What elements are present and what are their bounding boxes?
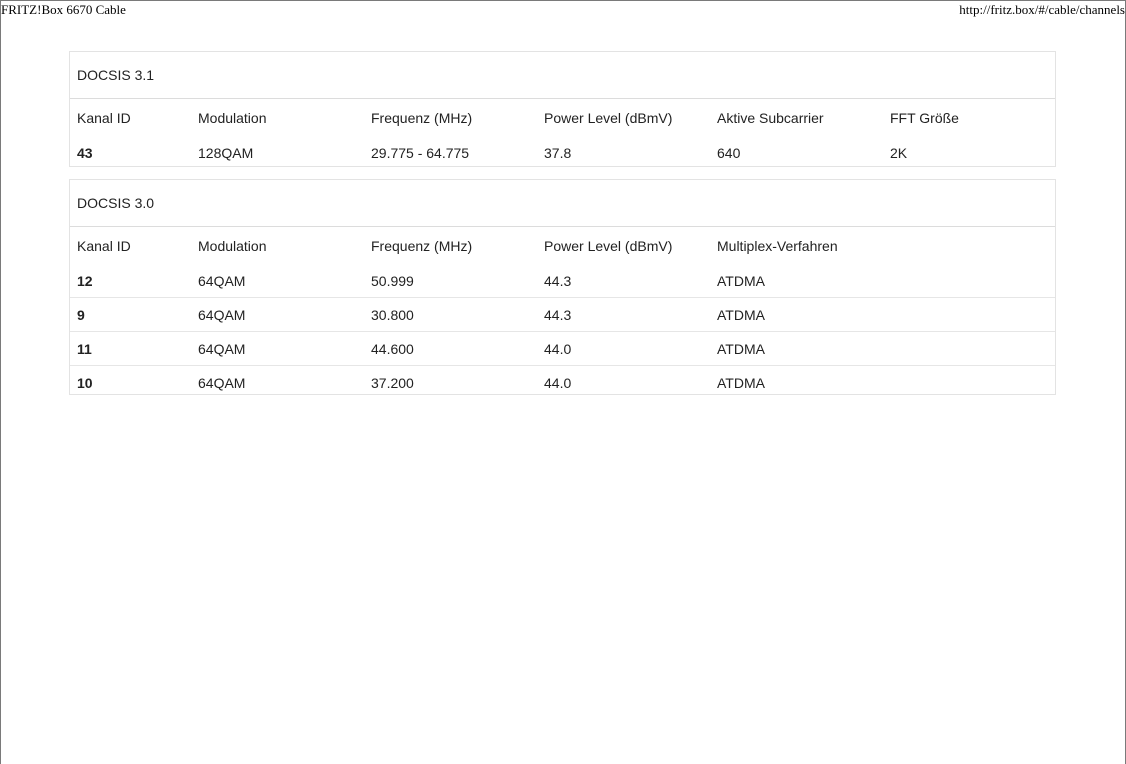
page-url: http://fritz.box/#/cable/channels <box>959 2 1125 17</box>
cell-empty <box>883 297 1055 332</box>
docsis31-panel: DOCSIS 3.1 Kanal ID Modulation Frequenz … <box>69 51 1056 167</box>
cell-kanal-id: 12 <box>77 272 93 289</box>
table-row: 12 64QAM 50.999 44.3 ATDMA <box>70 264 1055 298</box>
cell-kanal-id: 43 <box>77 144 93 161</box>
table-header-row: Kanal ID Modulation Frequenz (MHz) Power… <box>70 99 1055 136</box>
cell-kanal-id: 10 <box>70 365 191 399</box>
column-header-modulation: Modulation <box>198 237 267 254</box>
cell-empty <box>883 264 1055 298</box>
cell-frequenz: 50.999 <box>371 272 414 289</box>
column-header-power-level: Power Level (dBmV) <box>544 109 673 126</box>
cell-modulation: 64QAM <box>198 272 246 289</box>
docsis31-table: Kanal ID Modulation Frequenz (MHz) Power… <box>70 99 1055 169</box>
column-header-multiplex-verfahren: Multiplex-Verfahren <box>717 237 838 254</box>
column-header-frequenz: Frequenz (MHz) <box>371 109 473 126</box>
cell-empty <box>883 365 1055 399</box>
cell-power-level: 44.3 <box>544 272 572 289</box>
docsis30-panel: DOCSIS 3.0 Kanal ID Modulation Frequenz … <box>69 179 1056 399</box>
docsis30-table: Kanal ID Modulation Frequenz (MHz) Power… <box>70 227 1055 399</box>
docsis30-heading: DOCSIS 3.0 <box>70 180 1055 227</box>
cell-multiplex-verfahren: ATDMA <box>710 365 883 399</box>
cell-multiplex-verfahren: ATDMA <box>710 331 883 366</box>
column-header-frequenz: Frequenz (MHz) <box>371 237 473 254</box>
cell-empty <box>883 331 1055 366</box>
cell-multiplex-verfahren: ATDMA <box>717 272 765 289</box>
page-title: FRITZ!Box 6670 Cable <box>1 2 126 17</box>
table-row: 11 64QAM 44.600 44.0 ATDMA <box>70 331 1055 366</box>
cell-power-level: 37.8 <box>544 144 572 161</box>
cell-modulation: 64QAM <box>191 331 364 366</box>
cell-frequenz: 44.600 <box>364 331 537 366</box>
table-header-row: Kanal ID Modulation Frequenz (MHz) Power… <box>70 227 1055 264</box>
cell-power-level: 44.3 <box>537 297 710 332</box>
cell-frequenz: 37.200 <box>364 365 537 399</box>
column-header-kanal-id: Kanal ID <box>77 109 131 126</box>
column-header-kanal-id: Kanal ID <box>77 237 131 254</box>
cell-frequenz: 30.800 <box>364 297 537 332</box>
cell-modulation: 64QAM <box>191 297 364 332</box>
column-header-aktive-subcarrier: Aktive Subcarrier <box>717 109 824 126</box>
cell-kanal-id: 9 <box>70 297 191 332</box>
cell-frequenz: 29.775 - 64.775 <box>371 144 470 161</box>
table-row: 43 128QAM 29.775 - 64.775 37.8 640 2K <box>70 136 1055 169</box>
table-row: 10 64QAM 37.200 44.0 ATDMA <box>70 365 1055 399</box>
column-header-modulation: Modulation <box>198 109 267 126</box>
print-header: FRITZ!Box 6670 Cable http://fritz.box/#/… <box>1 2 1125 20</box>
column-header-empty <box>883 227 1055 264</box>
cell-aktive-subcarrier: 640 <box>717 144 741 161</box>
column-header-power-level: Power Level (dBmV) <box>544 237 673 254</box>
column-header-fft-groesse: FFT Größe <box>890 109 959 126</box>
docsis31-heading: DOCSIS 3.1 <box>70 52 1055 99</box>
cell-power-level: 44.0 <box>537 365 710 399</box>
cell-power-level: 44.0 <box>537 331 710 366</box>
cell-modulation: 128QAM <box>198 144 254 161</box>
cell-multiplex-verfahren: ATDMA <box>710 297 883 332</box>
cell-kanal-id: 11 <box>70 331 191 366</box>
table-row: 9 64QAM 30.800 44.3 ATDMA <box>70 297 1055 332</box>
cell-modulation: 64QAM <box>191 365 364 399</box>
cell-fft-groesse: 2K <box>890 144 908 161</box>
